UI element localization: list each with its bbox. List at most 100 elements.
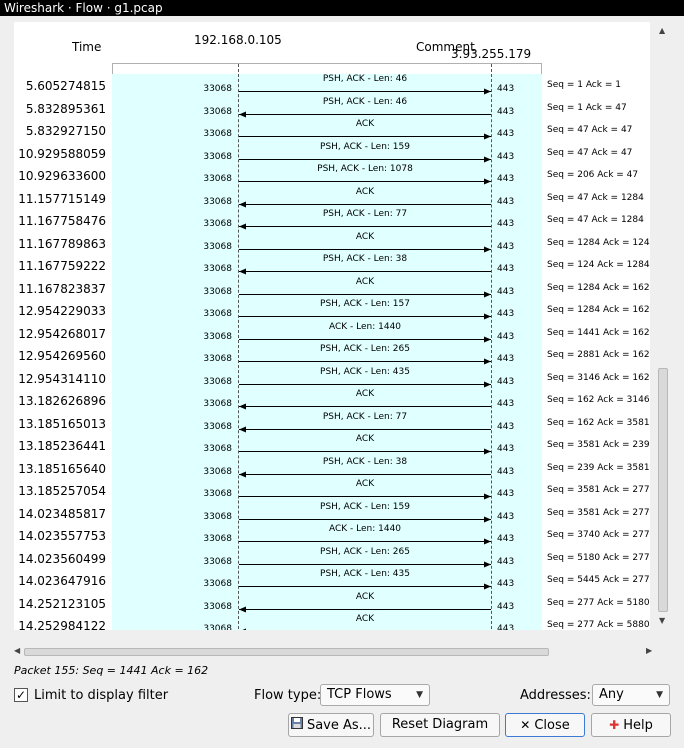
row-port-right: 443 — [497, 534, 515, 544]
flow-row[interactable]: 13.182626896 33068 ACK 443 Seq = 162 Ack = 3… — [14, 389, 650, 412]
chevron-down-icon: ▼ — [416, 690, 423, 700]
flow-row[interactable]: 11.167823837 33068 ACK 443 Seq = 1284 Ack = … — [14, 277, 650, 300]
row-comment: Seq = 277 Ack = 5180 — [547, 597, 650, 608]
flow-row[interactable]: 14.023560499 33068 PSH, ACK - Len: 265 443 S… — [14, 547, 650, 570]
row-port-left: 33068 — [203, 354, 232, 364]
arrow-left-icon — [239, 201, 491, 207]
arrow-right-icon — [239, 313, 491, 320]
flow-row[interactable]: 13.185236441 33068 ACK 443 Seq = 3581 Ack = … — [14, 434, 650, 457]
row-packet-label: PSH, ACK - Len: 46 — [322, 96, 408, 107]
scroll-right-icon[interactable]: ▶ — [646, 646, 652, 655]
flow-row[interactable]: 12.954268017 33068 ACK - Len: 1440 443 Seq =… — [14, 322, 650, 345]
diagram-header-box — [112, 64, 542, 74]
horizontal-scrollbar[interactable]: ◀ ▶ — [14, 644, 656, 660]
vertical-scrollbar[interactable]: ▲ ▼ — [656, 22, 670, 630]
arrow-left-icon — [239, 426, 491, 432]
help-icon: ✚ — [609, 718, 620, 732]
scroll-up-icon[interactable]: ▲ — [659, 26, 665, 35]
limit-filter-checkbox[interactable]: ✓ — [14, 688, 28, 702]
row-port-left: 33068 — [203, 151, 232, 162]
reset-diagram-button[interactable]: Reset Diagram — [380, 713, 500, 737]
row-comment: Seq = 239 Ack = 3581 — [547, 462, 650, 473]
scroll-left-icon[interactable]: ◀ — [14, 646, 20, 655]
flow-row[interactable]: 14.023557753 33068 ACK - Len: 1440 443 Seq =… — [14, 524, 650, 547]
time-column-header: Time — [72, 40, 102, 54]
flow-row[interactable]: 14.023485817 33068 PSH, ACK - Len: 159 443 S… — [14, 502, 650, 525]
arrow-right-icon — [239, 538, 491, 545]
row-comment: Seq = 3581 Ack = 277 — [547, 507, 650, 518]
row-time: 12.954229033 — [18, 304, 106, 318]
row-comment: Seq = 2881 Ack = 162 — [547, 350, 650, 360]
flow-row[interactable]: 12.954269560 33068 PSH, ACK - Len: 265 443 S… — [14, 344, 650, 367]
row-port-left: 33068 — [203, 556, 232, 567]
row-time: 13.185236441 — [18, 439, 106, 453]
row-time: 5.832927150 — [25, 124, 106, 138]
row-time: 11.157715149 — [18, 191, 106, 206]
row-comment: Seq = 47 Ack = 47 — [547, 147, 633, 158]
row-packet-label: PSH, ACK - Len: 77 — [322, 411, 408, 422]
flow-row[interactable]: 5.832895361 33068 PSH, ACK - Len: 46 443 Seq… — [14, 97, 650, 120]
flow-row[interactable]: 5.832927150 33068 ACK 443 Seq = 47 Ack = 47 — [14, 119, 650, 142]
row-time: 12.954269560 — [18, 349, 106, 363]
row-port-right: 443 — [497, 286, 515, 297]
row-port-left: 33068 — [203, 489, 232, 499]
flow-row[interactable]: 11.167759222 33068 PSH, ACK - Len: 38 443 Se… — [14, 254, 650, 277]
flow-type-select[interactable]: TCP Flows ▼ — [320, 684, 430, 706]
arrow-right-icon — [239, 156, 491, 162]
host-left-label: 192.168.0.105 — [194, 33, 282, 47]
close-button[interactable]: ✕ Close — [505, 713, 585, 737]
flow-diagram[interactable]: Time Comment 192.168.0.105 3.93.255.179 … — [14, 22, 650, 630]
flow-row[interactable]: 11.167758476 33068 PSH, ACK - Len: 77 443 Se… — [14, 209, 650, 232]
arrow-right-icon — [239, 133, 491, 140]
help-button[interactable]: ✚ Help — [591, 713, 671, 737]
row-comment: Seq = 3581 Ack = 239 — [547, 440, 650, 450]
scroll-down-icon[interactable]: ▼ — [659, 616, 665, 625]
flow-row[interactable]: 10.929633600 33068 PSH, ACK - Len: 1078 443… — [14, 164, 650, 187]
horizontal-scroll-thumb[interactable] — [24, 648, 549, 656]
flow-row[interactable]: 11.157715149 33068 ACK 443 Seq = 47 Ack = 12… — [14, 187, 650, 210]
row-packet-label: PSH, ACK - Len: 46 — [322, 74, 408, 84]
flow-row[interactable]: 12.954314110 33068 PSH, ACK - Len: 435 443 S… — [14, 367, 650, 390]
row-packet-label: ACK - Len: 1440 — [328, 524, 402, 534]
vertical-scroll-thumb[interactable] — [658, 368, 668, 612]
row-comment: Seq = 1284 Ack = 124 — [547, 237, 650, 248]
row-time: 11.167759222 — [18, 259, 106, 273]
row-packet-label: PSH, ACK - Len: 435 — [320, 366, 410, 377]
limit-filter-label[interactable]: Limit to display filter — [34, 688, 168, 703]
arrow-right-icon — [239, 448, 491, 455]
row-port-right: 443 — [497, 151, 515, 162]
row-port-left: 33068 — [203, 534, 232, 544]
row-port-left: 33068 — [203, 421, 232, 432]
flow-row[interactable]: 5.605274815 33068 PSH, ACK - Len: 46 443 Seq… — [14, 74, 650, 97]
flow-row[interactable]: 14.023647916 33068 PSH, ACK - Len: 435 443 S… — [14, 569, 650, 592]
row-comment: Seq = 1 Ack = 47 — [547, 102, 627, 113]
row-port-left: 33068 — [203, 129, 232, 139]
row-time: 14.252123105 — [18, 596, 106, 611]
flow-row[interactable]: 13.185165013 33068 PSH, ACK - Len: 77 443 Se… — [14, 412, 650, 435]
row-port-right: 443 — [497, 331, 515, 342]
save-as-button[interactable]: Save As... — [288, 713, 374, 737]
flow-row[interactable]: 13.185165640 33068 PSH, ACK - Len: 38 443 Se… — [14, 457, 650, 480]
row-time: 13.185257054 — [18, 484, 106, 498]
flow-row[interactable]: 14.252984122 33068 ACK 443 Seq = 277 Ack = 5… — [14, 614, 650, 630]
row-port-right: 443 — [497, 84, 515, 94]
arrow-right-icon — [239, 246, 491, 252]
flow-row[interactable]: 10.929588059 33068 PSH, ACK - Len: 159 443 S… — [14, 142, 650, 165]
row-packet-label: ACK — [355, 276, 375, 287]
flow-row[interactable]: 13.185257054 33068 ACK 443 Seq = 3581 Ack = … — [14, 479, 650, 502]
flow-row[interactable]: 12.954229033 33068 PSH, ACK - Len: 157 443 S… — [14, 299, 650, 322]
row-comment: Seq = 3581 Ack = 277 — [547, 485, 650, 495]
row-port-left: 33068 — [203, 399, 232, 409]
addresses-select[interactable]: Any ▼ — [592, 684, 670, 706]
flow-row[interactable]: 14.252123105 33068 ACK 443 Seq = 277 Ack = 5… — [14, 592, 650, 615]
row-packet-label: ACK — [355, 591, 375, 602]
row-port-left: 33068 — [203, 376, 232, 387]
row-packet-label: PSH, ACK - Len: 159 — [320, 141, 410, 152]
row-packet-label: ACK — [355, 119, 375, 129]
row-time: 10.929588059 — [18, 146, 106, 161]
row-port-left: 33068 — [203, 264, 232, 274]
row-packet-label: PSH, ACK - Len: 159 — [320, 501, 410, 512]
flow-row[interactable]: 11.167789863 33068 ACK 443 Seq = 1284 Ack = … — [14, 232, 650, 255]
row-port-right: 443 — [497, 556, 515, 567]
arrow-right-icon — [239, 178, 491, 185]
